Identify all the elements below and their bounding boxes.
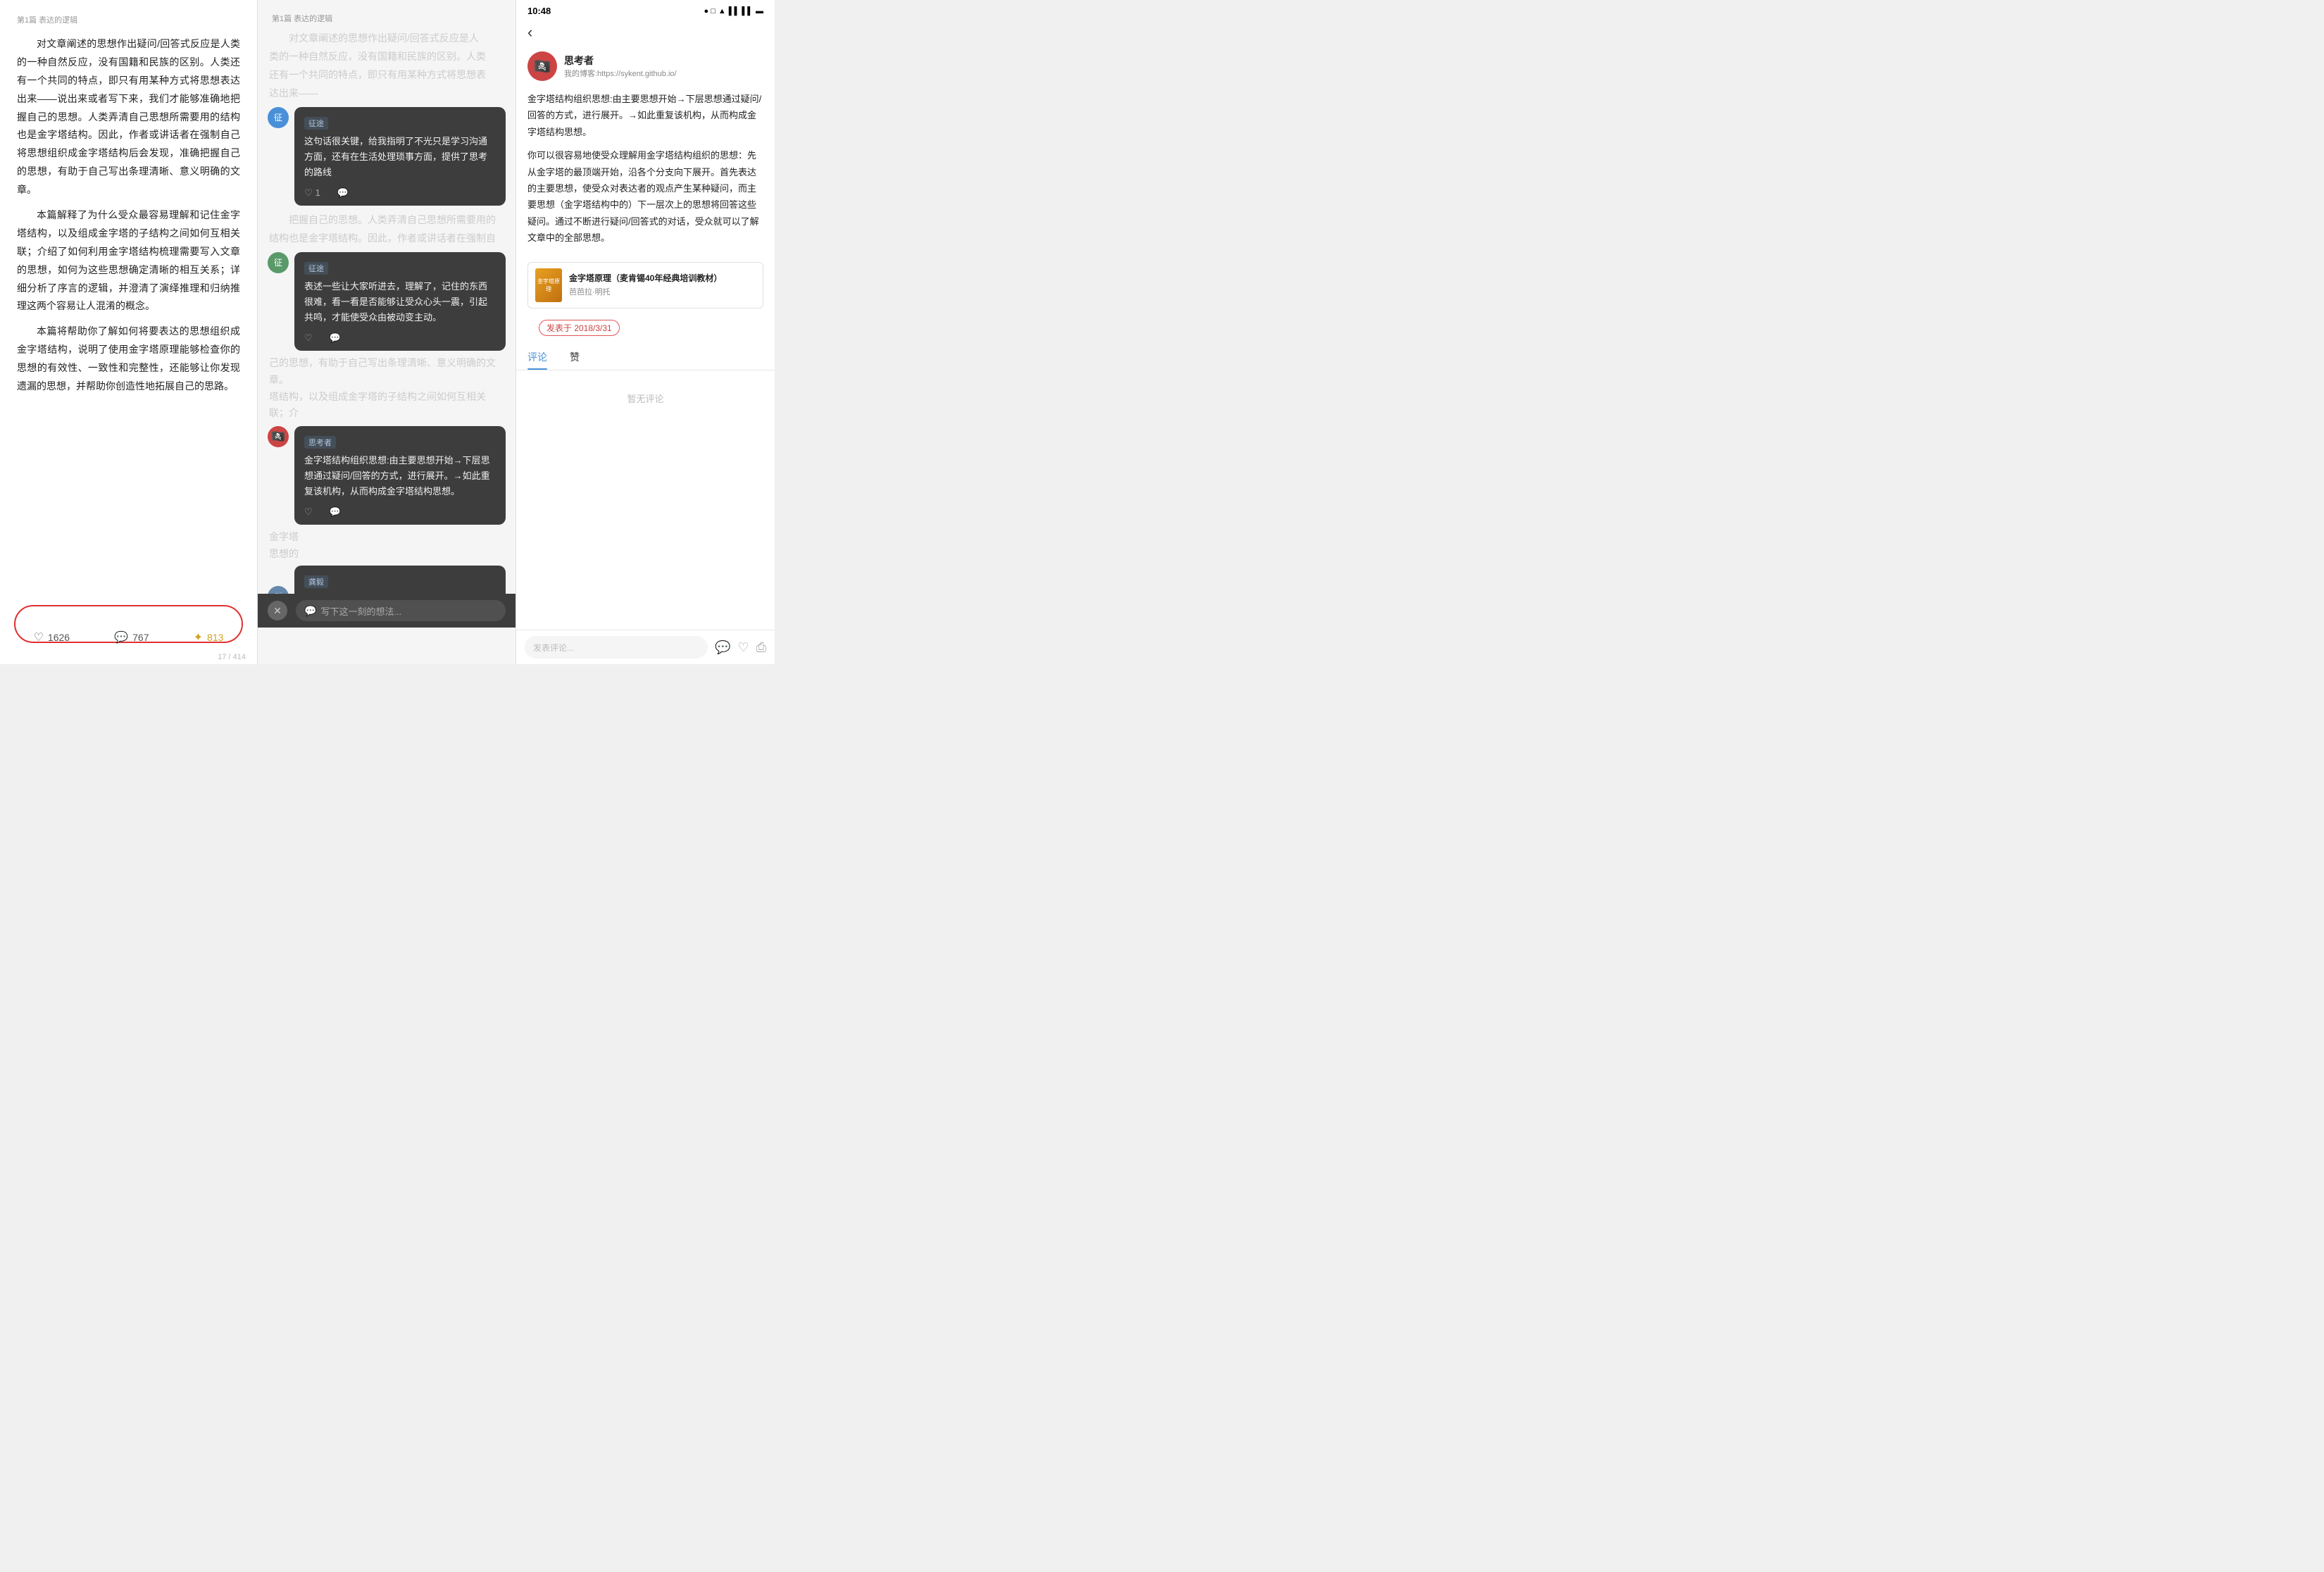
avatar-c2: 征 [268, 252, 289, 273]
panel-comments: 第1篇 表达的逻辑 对文章阐述的思想作出疑问/回答式反应是人类的一种自然反应，没… [258, 0, 516, 664]
reply-icon-2: 💬 [330, 332, 341, 344]
bg-text-6: 思想的 [269, 546, 504, 563]
bg-text-3: 己的思想，有助于自己写出条理清晰、意义明确的文章。 [269, 355, 504, 389]
page-number: 17 / 414 [218, 653, 246, 661]
comment-icon: 💬 [114, 630, 128, 644]
panel-article: 10:48 ● □ ▲ ▌▌ ▌▌ ▬ ‹ 🏴‍☠️ 思考者 我的博客:http… [516, 0, 775, 664]
comment-text-1: 这句话很关键，给我指明了不光只是学习沟通方面，还有在生活处理琐事方面，提供了思考… [304, 134, 496, 180]
reply-action-3[interactable]: 💬 [330, 506, 341, 518]
comment-button[interactable]: 💬 767 [114, 630, 149, 644]
tab-comments[interactable]: 评论 [516, 346, 558, 370]
tab-likes[interactable]: 赞 [558, 346, 591, 370]
comment-label-1: 征途 [304, 117, 328, 130]
bg-text-5: 金字塔 [269, 529, 504, 546]
panel2-content: 第1篇 表达的逻辑 对文章阐述的思想作出疑问/回答式反应是人类的一种自然反应，没… [258, 0, 516, 628]
comment-actions-2: ♡ 💬 [304, 332, 496, 344]
pub-date: 发表于 2018/3/31 [539, 320, 620, 336]
user-blog: 我的博客:https://sykent.github.io/ [564, 68, 677, 79]
bg-text-2: 把握自己的思想。人类弄清自己思想所需要用的结构也是金字塔结构。因此，作者或讲话者… [269, 211, 504, 248]
article-text-2: 你可以很容易地使受众理解用金字塔结构组织的思想：先从金字塔的最顶端开始，沿各个分… [527, 147, 763, 246]
comment-actions-1: ♡ 1 💬 [304, 187, 496, 199]
comment-input[interactable]: 💬 写下这一刻的想法... [296, 600, 506, 621]
share-icon-bar[interactable]: ⎙ [756, 640, 766, 655]
status-bar: 10:48 ● □ ▲ ▌▌ ▌▌ ▬ [516, 0, 775, 19]
panel1-footer: ♡ 1626 💬 767 ✦ 813 [0, 622, 257, 653]
panel1-header: 第1篇 表达的逻辑 [17, 14, 240, 25]
book-author: 芭芭拉·明托 [569, 286, 756, 297]
battery-icon: ● □ [704, 7, 716, 15]
input-icon: 💬 [304, 605, 316, 617]
comment-bottom-bar: ✕ 💬 写下这一刻的想法... [258, 594, 516, 628]
avatar-c3: 🏴‍☠️ [268, 426, 289, 447]
battery-full-icon: ▬ [756, 7, 763, 15]
comment-card-1: 征途 这句话很关键，给我指明了不光只是学习沟通方面，还有在生活处理琐事方面，提供… [294, 107, 506, 206]
status-icons: ● □ ▲ ▌▌ ▌▌ ▬ [704, 7, 763, 15]
reply-icon-1: 💬 [337, 187, 349, 199]
no-comment-text: 暂无评论 [516, 370, 775, 426]
share-button[interactable]: ✦ 813 [194, 630, 224, 644]
heart-icon-1: ♡ [304, 187, 313, 199]
heart-icon-3: ♡ [304, 506, 313, 518]
paragraph-2: 本篇解释了为什么受众最容易理解和记住金字塔结构，以及组成金字塔的子结构之间如何互… [17, 206, 240, 316]
comment-text-2: 表述一些让大家听进去，理解了，记住的东西很难，看一看是否能够让受众心头一震，引起… [304, 279, 496, 325]
article-text-1: 金字塔结构组织思想:由主要思想开始→下层思想通过疑问/回答的方式，进行展开。→如… [527, 91, 763, 140]
book-title: 金字塔原理（麦肯锡40年经典培训教材） [569, 273, 756, 285]
panel1-content: 对文章阐述的思想作出疑问/回答式反应是人类的一种自然反应，没有国籍和民族的区别。… [17, 35, 240, 396]
user-name: 思考者 [564, 54, 677, 68]
comment-label-4: 龚毅 [304, 575, 328, 588]
like-count-1: 1 [316, 187, 320, 198]
close-button[interactable]: ✕ [268, 601, 287, 620]
comment-actions-3: ♡ 💬 [304, 506, 496, 518]
like-action-1[interactable]: ♡ 1 [304, 187, 320, 199]
comment-input-bar: 发表评论... 💬 ♡ ⎙ [516, 630, 775, 664]
reply-action-1[interactable]: 💬 [337, 187, 349, 199]
article-body: 金字塔结构组织思想:由主要思想开始→下层思想通过疑问/回答的方式，进行展开。→如… [516, 88, 775, 255]
nav-bar: ‹ [516, 19, 775, 47]
like-action-3[interactable]: ♡ [304, 506, 313, 518]
bg-text-1: 对文章阐述的思想作出疑问/回答式反应是人类的一种自然反应，没有国籍和民族的区别。… [269, 30, 504, 103]
book-cover: 金字塔原理 [535, 268, 562, 302]
bg-text-4: 塔结构，以及组成金字塔的子结构之间如何互相关联；介 [269, 389, 504, 423]
book-info: 金字塔原理（麦肯锡40年经典培训教材） 芭芭拉·明托 [569, 273, 756, 297]
share-icon: ✦ [194, 630, 203, 644]
reply-icon-3: 💬 [330, 506, 341, 518]
reply-action-2[interactable]: 💬 [330, 332, 341, 344]
like-count: 1626 [48, 632, 70, 643]
status-time: 10:48 [527, 6, 551, 16]
like-action-2[interactable]: ♡ [304, 332, 313, 344]
back-button[interactable]: ‹ [527, 23, 532, 42]
avatar-c1: 征 [268, 107, 289, 128]
comment-card-3: 思考者 金字塔结构组织思想:由主要思想开始→下层思想通过疑问/回答的方式，进行展… [294, 426, 506, 525]
comment-input-field[interactable]: 发表评论... [525, 636, 708, 659]
input-placeholder: 写下这一刻的想法... [320, 604, 401, 618]
like-button[interactable]: ♡ 1626 [34, 630, 70, 644]
signal-icon: ▌▌ ▌▌ [729, 7, 753, 15]
comment-text-3: 金字塔结构组织思想:由主要思想开始→下层思想通过疑问/回答的方式，进行展开。→如… [304, 453, 496, 499]
comment-placeholder: 发表评论... [533, 642, 574, 654]
comment-icon-bar[interactable]: 💬 [715, 640, 730, 655]
like-icon-bar[interactable]: ♡ [737, 640, 749, 655]
panel2-header: 第1篇 表达的逻辑 [258, 0, 516, 30]
share-count: 813 [207, 632, 223, 643]
panel-reading: 第1篇 表达的逻辑 对文章阐述的思想作出疑问/回答式反应是人类的一种自然反应，没… [0, 0, 258, 664]
user-row: 🏴‍☠️ 思考者 我的博客:https://sykent.github.io/ [516, 47, 775, 88]
paragraph-1: 对文章阐述的思想作出疑问/回答式反应是人类的一种自然反应，没有国籍和民族的区别。… [17, 35, 240, 199]
comment-card-2: 征途 表述一些让大家听进去，理解了，记住的东西很难，看一看是否能够让受众心头一震… [294, 252, 506, 351]
paragraph-3: 本篇将帮助你了解如何将要表达的思想组织成金字塔结构，说明了使用金字塔原理能够检查… [17, 323, 240, 396]
wifi-icon: ▲ [718, 7, 726, 15]
heart-icon-2: ♡ [304, 332, 313, 344]
user-avatar: 🏴‍☠️ [527, 51, 557, 81]
user-info: 思考者 我的博客:https://sykent.github.io/ [564, 54, 677, 79]
comment-count: 767 [132, 632, 149, 643]
heart-icon: ♡ [34, 630, 44, 644]
comment-label-3: 思考者 [304, 436, 336, 449]
comment-label-2: 征途 [304, 262, 328, 275]
tabs-row: 评论 赞 [516, 346, 775, 370]
book-card[interactable]: 金字塔原理 金字塔原理（麦肯锡40年经典培训教材） 芭芭拉·明托 [527, 262, 763, 308]
